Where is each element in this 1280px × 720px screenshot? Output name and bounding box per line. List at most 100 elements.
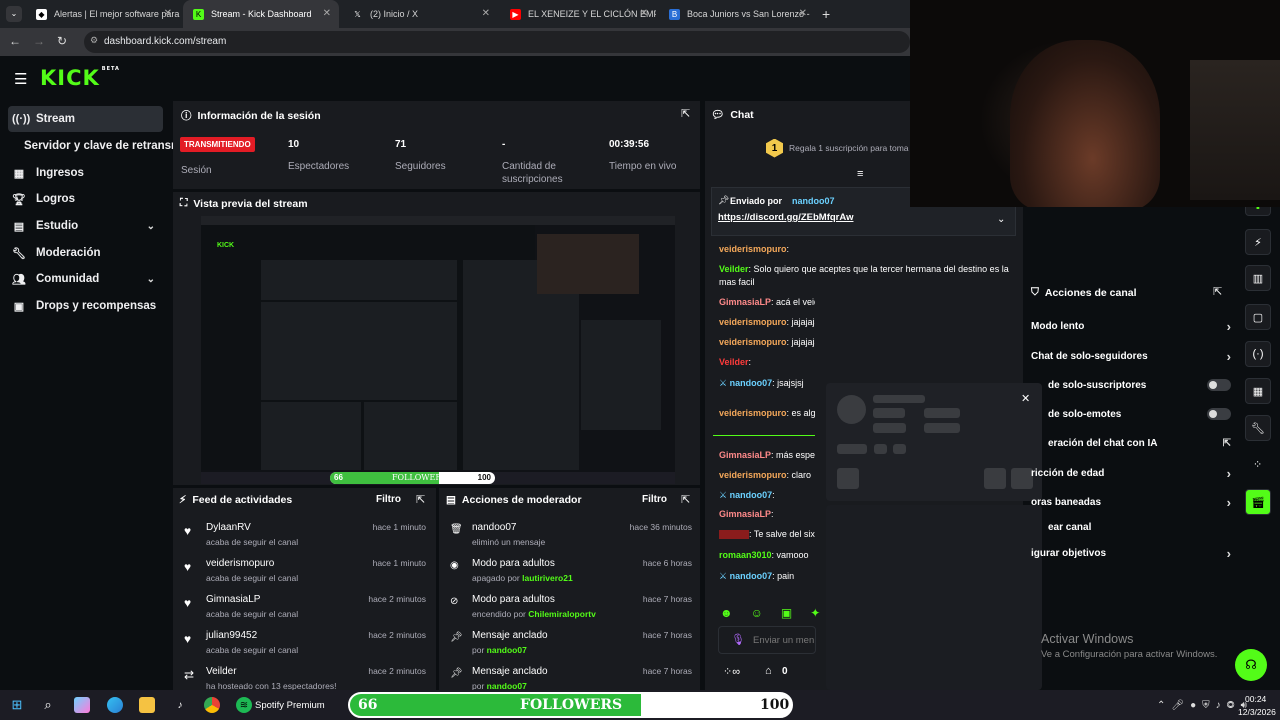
chat-username[interactable]: nandoo07	[730, 378, 773, 388]
close-icon[interactable]: ✕	[640, 8, 648, 19]
url-field[interactable]: ⚙ dashboard.kick.com/stream	[84, 31, 910, 53]
quick-action-broadcast[interactable]: (·)	[1245, 341, 1271, 367]
popout-icon[interactable]: ⇱	[1213, 285, 1222, 298]
community-icon[interactable]: ⁘	[1253, 458, 1262, 471]
chat-username[interactable]: veiderismopuro	[719, 244, 787, 254]
search-icon[interactable]: ⌕	[40, 697, 56, 713]
chat-username[interactable]: Veilder	[719, 264, 749, 274]
sidebar-item-logros[interactable]: 🏆︎ Logros	[8, 186, 163, 212]
store-icon[interactable]: ⌂	[765, 665, 772, 677]
quick-action-wrench[interactable]: 🔧︎	[1245, 415, 1271, 441]
sidebar-item-drops[interactable]: ▣ Drops y recompensas	[8, 293, 163, 319]
tab-stream-dashboard[interactable]: K Stream - Kick Dashboard ✕	[183, 0, 339, 28]
quick-action-clapper[interactable]: 🎬︎	[1245, 489, 1271, 515]
support-chat-button[interactable]: ☊	[1235, 649, 1267, 681]
chat-username[interactable]: veiderismopuro	[719, 317, 787, 327]
sidebar-item-server-key[interactable]: Servidor y clave de retransm	[8, 133, 173, 159]
chat-username[interactable]: GimnasiaLP	[719, 450, 771, 460]
chat-message[interactable]: veiderismopuro:	[719, 243, 815, 256]
popout-icon[interactable]: ⇱	[681, 107, 690, 120]
quick-action-chat[interactable]: ▢	[1245, 304, 1271, 330]
stream-video[interactable]: KICK	[201, 216, 675, 484]
sidebar-item-comunidad[interactable]: 👥︎ Comunidad ⌄	[8, 266, 163, 292]
folder-icon[interactable]	[139, 697, 155, 713]
tab-boca[interactable]: B Boca Juniors vs San Lorenzo - ✕	[659, 0, 815, 28]
chat-message[interactable]: GimnasiaLP: acá el veiderismo presente	[719, 296, 815, 309]
gift-sub-banner[interactable]: 1 Regala 1 suscripción para toma	[766, 138, 910, 158]
chat-username[interactable]: nandoo07	[730, 571, 773, 581]
feed-item[interactable]: ♥ julian99452 acaba de seguir el canal hace…	[180, 630, 430, 664]
emote-icon[interactable]: ✦	[810, 606, 820, 620]
close-icon[interactable]: ✕	[799, 8, 807, 19]
chat-input[interactable]: 🎙︎ Enviar un men	[718, 626, 816, 654]
tab-youtube[interactable]: ▶ EL XENEIZE Y EL CICLÓN EMPAT ✕	[500, 0, 656, 28]
chrome-icon[interactable]	[204, 697, 220, 713]
sidebar-item-estudio[interactable]: ▤ Estudio ⌄	[8, 213, 163, 239]
channel-action-item[interactable]: eración del chat con IA ⇱	[1048, 433, 1231, 453]
edge-icon[interactable]	[107, 697, 123, 713]
chat-message[interactable]: GimnasiaLP: más espec	[719, 449, 815, 462]
channel-action-item[interactable]: Chat de solo-seguidores ›	[1031, 346, 1231, 366]
chat-username[interactable]: veiderismopuro	[719, 337, 787, 347]
sidebar-item-ingresos[interactable]: ▦ Ingresos	[8, 160, 163, 186]
menu-icon[interactable]: ☰	[14, 70, 27, 88]
emote-icon[interactable]: ▣	[781, 606, 792, 620]
mod-action-user[interactable]: lautirivero21	[522, 573, 573, 583]
chevron-down-icon[interactable]: ⌄	[997, 214, 1005, 225]
mod-action-item[interactable]: ⊘ Modo para adultos encendido por Chilemir…	[446, 594, 696, 628]
redacted-username[interactable]	[719, 530, 749, 540]
chat-username[interactable]: Veilder	[719, 357, 749, 367]
feed-item[interactable]: ♥ veiderismopuro acaba de seguir el canal h…	[180, 558, 430, 592]
mod-action-item[interactable]: ◉ Modo para adultos apagado por lautiriver…	[446, 558, 696, 592]
chat-message[interactable]: veiderismopuro: jajajajajaj	[719, 316, 815, 329]
channel-action-item[interactable]: de solo-suscriptores	[1048, 375, 1231, 395]
forward-icon[interactable]: →	[33, 34, 45, 48]
feed-user[interactable]: DylaanRV	[206, 522, 251, 533]
new-tab-button[interactable]: +	[822, 6, 830, 22]
channel-action-item[interactable]: Modo lento ›	[1031, 316, 1231, 336]
chat-username[interactable]: GimnasiaLP	[719, 509, 771, 519]
feed-item[interactable]: ♥ GimnasiaLP acaba de seguir el canal hace …	[180, 594, 430, 628]
mod-action-item[interactable]: 📌︎ Mensaje anclado por nandoo07 hace 7 hora…	[446, 630, 696, 664]
spotify-icon[interactable]: ≋	[236, 697, 252, 713]
quick-action-notes[interactable]: ▥	[1245, 265, 1271, 291]
channel-action-item[interactable]: ear canal	[1048, 517, 1231, 537]
sidebar-item-moderacion[interactable]: 🔧︎ Moderación	[8, 240, 163, 266]
spotify-label[interactable]: Spotify Premium	[255, 700, 325, 711]
chat-message[interactable]: : Te salve del six	[719, 528, 815, 541]
channel-action-item[interactable]: oras baneadas ›	[1031, 492, 1231, 512]
feed-user[interactable]: veiderismopuro	[206, 558, 274, 569]
reload-icon[interactable]: ↻	[57, 34, 67, 48]
chat-message[interactable]: ⚔ nandoo07:	[719, 489, 815, 502]
feed-user[interactable]: Veilder	[206, 666, 237, 677]
tab-search-button[interactable]: ⌄	[6, 6, 22, 22]
quick-action-layout[interactable]: ▦	[1245, 378, 1271, 404]
chat-message[interactable]: Respondiendo a Veilde⚔ nandoo07: jsajsjs…	[719, 375, 815, 390]
tab-x[interactable]: 𝕏 (2) Inicio / X ✕	[342, 0, 498, 28]
scroll-down-icon[interactable]: ≡	[857, 168, 863, 180]
chat-message[interactable]: Veilder:	[719, 356, 815, 369]
mod-action-user[interactable]: Chilemiraloportv	[528, 609, 596, 619]
chat-message[interactable]: veiderismopuro: claro	[719, 469, 815, 482]
clock-time[interactable]: 00:24	[1245, 694, 1266, 704]
chat-message[interactable]: romaan3010: vamooo	[719, 549, 815, 562]
feed-user[interactable]: julian99452	[206, 630, 257, 641]
pinned-user[interactable]: nandoo07	[792, 196, 835, 206]
emote-icon[interactable]: ☺	[751, 606, 763, 620]
emote-icon[interactable]: ☻	[720, 606, 733, 620]
quick-action-bolt[interactable]: ⚡︎	[1245, 229, 1271, 255]
back-icon[interactable]: ←	[9, 34, 21, 48]
close-icon[interactable]: ✕	[164, 8, 172, 19]
copilot-icon[interactable]	[74, 697, 90, 713]
channel-action-item[interactable]: de solo-emotes	[1048, 404, 1231, 424]
toggle-switch[interactable]	[1207, 408, 1231, 420]
chat-message[interactable]: veiderismopuro: es alg	[719, 407, 815, 420]
close-icon[interactable]: ✕	[323, 8, 331, 19]
tiktok-icon[interactable]: ♪	[172, 697, 188, 713]
community-icon[interactable]: ⁘∞	[723, 665, 740, 678]
feed-user[interactable]: GimnasiaLP	[206, 594, 260, 605]
chat-message[interactable]: Veilder: Solo quiero que aceptes que la …	[719, 263, 1009, 289]
popout-icon[interactable]: ⇱	[681, 493, 690, 506]
toggle-switch[interactable]	[1207, 379, 1231, 391]
feed-filter-button[interactable]: Filtro	[376, 494, 401, 505]
